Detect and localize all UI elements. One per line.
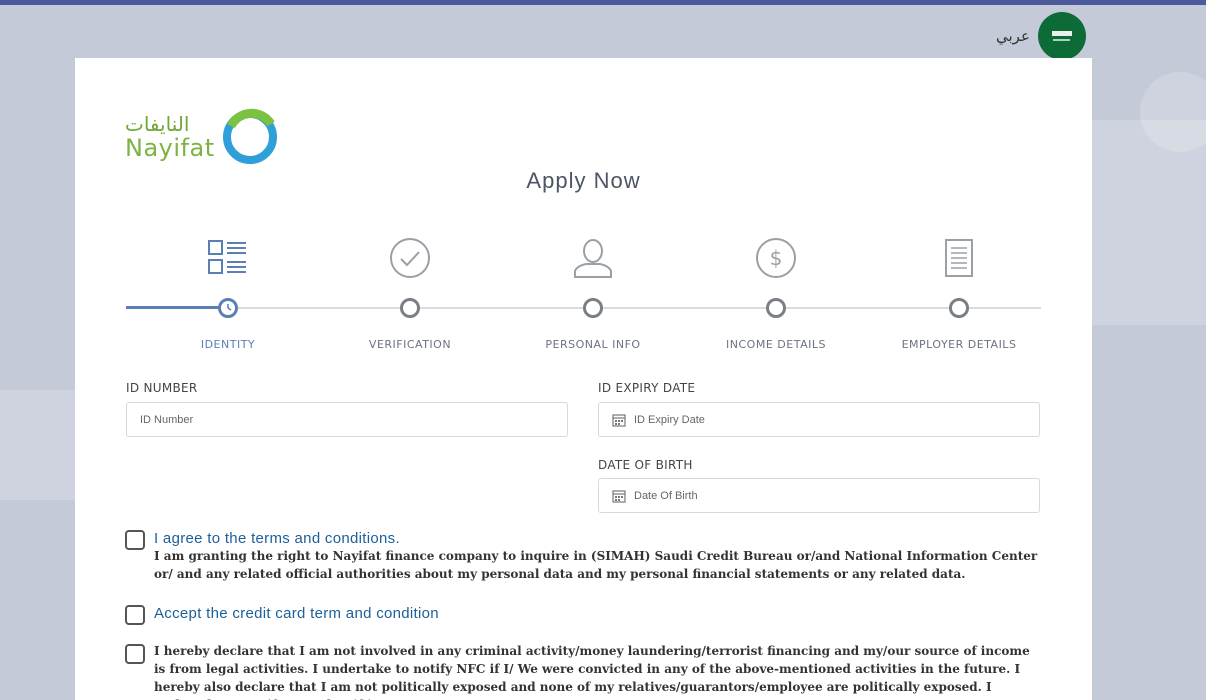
credit-card-title[interactable]: Accept the credit card term and conditio… <box>154 605 439 625</box>
page-title: Apply Now <box>526 168 641 193</box>
logo-english: Nayifat <box>125 134 215 162</box>
nayifat-logo[interactable]: النايفات Nayifat <box>125 108 279 166</box>
terms-title[interactable]: I agree to the terms and conditions. <box>154 530 1040 547</box>
declaration-text: I hereby declare that I am not involved … <box>154 644 1030 700</box>
step-marker <box>583 298 603 318</box>
id-expiry-input[interactable]: ID Expiry Date <box>598 402 1040 437</box>
language-switch[interactable]: عربي <box>996 12 1086 60</box>
step-marker-active <box>218 298 238 318</box>
step-marker <box>949 298 969 318</box>
id-number-input[interactable]: ID Number <box>126 402 568 437</box>
dob-label: DATE OF BIRTH <box>598 458 693 472</box>
terms-text: I am granting the right to Nayifat finan… <box>154 549 1038 581</box>
id-expiry-placeholder: ID Expiry Date <box>634 413 705 426</box>
declaration-agreement: I hereby declare that I am not involved … <box>125 642 1040 700</box>
application-card: النايفات Nayifat Apply Now IDENTITY VERI… <box>75 58 1092 700</box>
id-number-label: ID NUMBER <box>126 381 198 395</box>
language-label: عربي <box>996 27 1030 45</box>
terms-checkbox[interactable] <box>125 530 145 550</box>
credit-card-checkbox[interactable] <box>125 605 145 625</box>
step-label: PERSONAL INFO <box>545 338 641 351</box>
step-label: IDENTITY <box>200 338 256 351</box>
form-list-icon <box>208 240 246 274</box>
progress-stepper: IDENTITY VERIFICATION PERSONAL INFO $ IN… <box>126 236 1041 356</box>
step-label: VERIFICATION <box>368 338 452 351</box>
clock-icon <box>227 304 232 311</box>
saudi-flag-icon[interactable] <box>1037 12 1086 60</box>
dob-placeholder: Date Of Birth <box>634 489 698 502</box>
step-label: INCOME DETAILS <box>726 338 826 351</box>
step-label: EMPLOYER DETAILS <box>901 338 1017 351</box>
top-accent-bar <box>0 0 1206 5</box>
step-identity[interactable]: IDENTITY <box>136 236 320 351</box>
id-expiry-label: ID EXPIRY DATE <box>598 381 696 395</box>
dob-input[interactable]: Date Of Birth <box>598 478 1040 513</box>
person-icon <box>574 239 612 278</box>
dollar-circle-icon: $ <box>756 238 796 278</box>
notepad-icon <box>945 239 973 277</box>
step-marker <box>400 298 420 318</box>
flag-emblem-icon <box>1051 31 1072 41</box>
svg-text:$: $ <box>770 246 783 270</box>
logo-arabic: النايفات <box>125 112 190 136</box>
step-marker <box>766 298 786 318</box>
terms-agreement: I agree to the terms and conditions. I a… <box>125 530 1040 583</box>
step-personal-info[interactable]: PERSONAL INFO <box>501 236 685 351</box>
background-shape <box>1092 120 1206 325</box>
step-employer-details[interactable]: EMPLOYER DETAILS <box>867 236 1051 351</box>
step-income-details[interactable]: $ INCOME DETAILS <box>684 236 868 351</box>
check-circle-icon <box>390 238 430 278</box>
credit-card-agreement: Accept the credit card term and conditio… <box>125 605 1040 625</box>
calendar-icon <box>612 489 626 503</box>
background-shape <box>0 390 75 500</box>
declaration-checkbox[interactable] <box>125 644 145 664</box>
logo-text: النايفات Nayifat <box>125 113 215 161</box>
step-verification[interactable]: VERIFICATION <box>318 236 502 351</box>
calendar-icon <box>612 413 626 427</box>
logo-ring-icon <box>222 108 277 164</box>
id-number-placeholder: ID Number <box>140 413 194 426</box>
